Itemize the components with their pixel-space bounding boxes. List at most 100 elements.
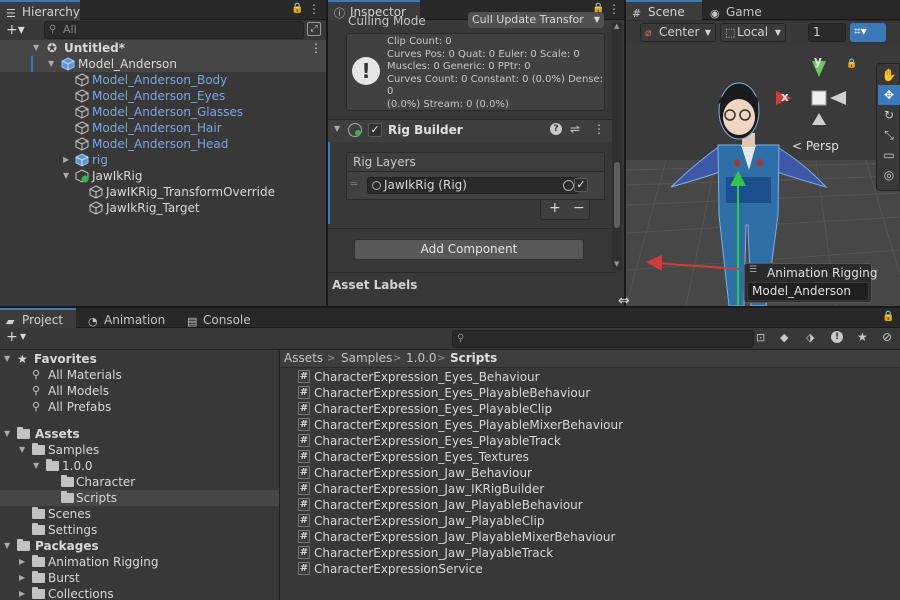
tab-animation[interactable]: ◔ Animation	[82, 308, 174, 328]
create-button[interactable]: +▾	[6, 22, 25, 38]
hierarchy-row[interactable]: JawIKRig_TransformOverride	[0, 184, 326, 200]
list-item[interactable]: # CharacterExpressionService	[280, 561, 900, 577]
info-line: Clip Count: 0	[387, 36, 452, 47]
list-item[interactable]: # CharacterExpression_Jaw_PlayableMixerBe…	[280, 529, 900, 545]
hierarchy-row[interactable]: JawIkRig_Target	[0, 200, 326, 216]
hierarchy-row-scene[interactable]: ▼ ✪ Untitled* ⋮	[0, 40, 326, 56]
list-item[interactable]: # CharacterExpression_Eyes_PlayableMixerB…	[280, 417, 900, 433]
tree-item[interactable]: ▶ Animation Rigging	[0, 554, 279, 570]
lock-icon[interactable]: 🔒	[846, 59, 857, 69]
hierarchy-row[interactable]: Model_Anderson_Hair	[0, 120, 326, 136]
move-tool-icon[interactable]: ✥	[878, 85, 900, 105]
list-item[interactable]: # CharacterExpression_Jaw_PlayableBehavio…	[280, 497, 900, 513]
rotate-tool-icon[interactable]: ↻	[878, 105, 900, 125]
list-item[interactable]: # CharacterExpression_Eyes_PlayableTrack	[280, 433, 900, 449]
tab-console[interactable]: ▤ Console	[181, 308, 261, 328]
scene-viewport[interactable]: x y 🔒 < Persp ☰ Animation Rigging Model_…	[626, 45, 900, 306]
hierarchy-row-model-anderson[interactable]: ▼ Model_Anderson	[0, 56, 326, 72]
filter-type-icon[interactable]: ◆	[780, 331, 788, 344]
hidden-packages-icon[interactable]: ⊘	[882, 330, 892, 344]
hierarchy-row[interactable]: ▼ JawIkRig	[0, 168, 326, 184]
list-item[interactable]: # CharacterExpression_Jaw_IKRigBuilder	[280, 481, 900, 497]
log-filter-icon[interactable]: !	[831, 331, 843, 343]
tree-item[interactable]: ▶ Collections	[0, 586, 279, 600]
tree-item[interactable]: ▶ Burst	[0, 570, 279, 586]
rig-builder-enabled-checkbox[interactable]: ✓	[368, 123, 382, 137]
culling-mode-dropdown[interactable]: Cull Update Transfor ▼	[468, 12, 604, 28]
menu-dots-icon[interactable]: ⋮	[310, 40, 322, 56]
object-picker-icon[interactable]	[563, 180, 574, 191]
tab-game[interactable]: ◉ Game	[704, 0, 770, 20]
menu-dots-icon[interactable]: ⋮	[308, 2, 320, 16]
breadcrumb-item-current[interactable]: Scripts	[450, 350, 497, 367]
project-create-button[interactable]: +	[6, 329, 18, 345]
breadcrumb-item[interactable]: Samples	[341, 350, 392, 367]
tree-item-favorites[interactable]: ▼ ★ Favorites	[0, 351, 279, 367]
breadcrumb-item[interactable]: 1.0.0	[406, 350, 437, 367]
drag-handle-icon[interactable]: ☰	[749, 265, 757, 275]
grid-snap-toggle[interactable]: ⌗▾	[850, 23, 886, 42]
grid-size-input[interactable]: 1	[808, 23, 846, 42]
favorite-star-icon[interactable]: ★	[857, 330, 868, 344]
scroll-up-icon[interactable]: ▲	[614, 22, 619, 30]
list-item[interactable]: # CharacterExpression_Eyes_Behaviour	[280, 369, 900, 385]
transform-tool-icon[interactable]: ◎	[878, 165, 900, 185]
menu-dots-icon[interactable]: ⋮	[593, 122, 605, 136]
hierarchy-row[interactable]: Model_Anderson_Glasses	[0, 104, 326, 120]
add-component-button[interactable]: Add Component	[354, 239, 584, 260]
hand-tool-icon[interactable]: ✋	[878, 65, 900, 85]
lock-icon[interactable]: 🔒	[882, 310, 894, 324]
label-tag-icon[interactable]: ⬗	[806, 331, 814, 344]
tree-item-packages[interactable]: ▼ Packages	[0, 538, 279, 554]
rig-builder-header[interactable]: ▼ ✓ Rig Builder ? ⇌ ⋮	[328, 120, 616, 142]
list-item[interactable]: # CharacterExpression_Eyes_PlayableBehavi…	[280, 385, 900, 401]
tab-scene[interactable]: # Scene	[626, 0, 702, 20]
inspector-scrollbar[interactable]: ▲ ▼	[612, 22, 622, 270]
tree-item[interactable]: ▼ 1.0.0	[0, 458, 279, 474]
scrollbar-thumb[interactable]	[614, 162, 620, 228]
list-item[interactable]: # CharacterExpression_Jaw_PlayableTrack	[280, 545, 900, 561]
tab-hierarchy[interactable]: ☰ Hierarchy	[0, 0, 80, 20]
remove-layer-button[interactable]: −	[573, 200, 585, 216]
project-search-input[interactable]: ⚲	[452, 330, 754, 348]
hierarchy-row[interactable]: Model_Anderson_Body	[0, 72, 326, 88]
tree-item[interactable]: Settings	[0, 522, 279, 538]
tree-item[interactable]: ▼ Samples	[0, 442, 279, 458]
tree-item-assets[interactable]: ▼ Assets	[0, 426, 279, 442]
drag-handle-icon[interactable]: ═	[351, 179, 357, 190]
rig-layer-active-checkbox[interactable]: ✓	[574, 178, 588, 192]
scroll-down-icon[interactable]: ▼	[614, 260, 619, 268]
tree-item-selected[interactable]: Scripts	[0, 490, 279, 506]
space-dropdown[interactable]: ⬚ Local ▼	[720, 23, 786, 42]
lock-icon[interactable]: 🔒	[291, 2, 303, 16]
menu-dots-icon[interactable]: ⋮	[608, 2, 620, 16]
tab-project[interactable]: ▰ Project	[0, 308, 76, 328]
preset-sliders-icon[interactable]: ⇌	[570, 122, 580, 136]
list-item[interactable]: # CharacterExpression_Eyes_Textures	[280, 449, 900, 465]
tree-item[interactable]: ⚲ All Prefabs	[0, 399, 279, 415]
list-item[interactable]: # CharacterExpression_Eyes_PlayableClip	[280, 401, 900, 417]
tree-item[interactable]: ⚲ All Models	[0, 383, 279, 399]
breadcrumb-item[interactable]: Assets	[284, 350, 323, 367]
perspective-toggle[interactable]: < Persp	[792, 139, 839, 153]
tree-item[interactable]: Scenes	[0, 506, 279, 522]
hierarchy-row[interactable]: Model_Anderson_Head	[0, 136, 326, 152]
hierarchy-row[interactable]: Model_Anderson_Eyes	[0, 88, 326, 104]
hierarchy-item-label: Model_Anderson_Glasses	[92, 105, 244, 119]
hierarchy-search-input[interactable]: ⚲ All	[44, 21, 304, 39]
tree-item[interactable]: ⚲ All Materials	[0, 367, 279, 383]
hierarchy-row[interactable]: ▶ rig	[0, 152, 326, 168]
pivot-dropdown[interactable]: ⌀ Center ▼	[640, 23, 716, 42]
tree-item[interactable]: Character	[0, 474, 279, 490]
list-item[interactable]: # CharacterExpression_Jaw_Behaviour	[280, 465, 900, 481]
scale-tool-icon[interactable]: ⤡	[878, 125, 900, 145]
add-layer-button[interactable]: +	[549, 200, 561, 216]
rect-tool-icon[interactable]: ▭	[878, 145, 900, 165]
overlay-object-field[interactable]: Model_Anderson	[747, 282, 869, 301]
search-by-type-icon[interactable]: ⊡	[756, 331, 765, 344]
help-icon[interactable]: ?	[550, 123, 562, 135]
asset-labels-header[interactable]: Asset Labels	[332, 278, 417, 292]
rig-layer-object-field[interactable]: JawIkRig (Rig)	[367, 177, 579, 194]
list-item[interactable]: # CharacterExpression_Jaw_PlayableClip	[280, 513, 900, 529]
scene-visibility-icon[interactable]: ⤢	[307, 22, 321, 36]
